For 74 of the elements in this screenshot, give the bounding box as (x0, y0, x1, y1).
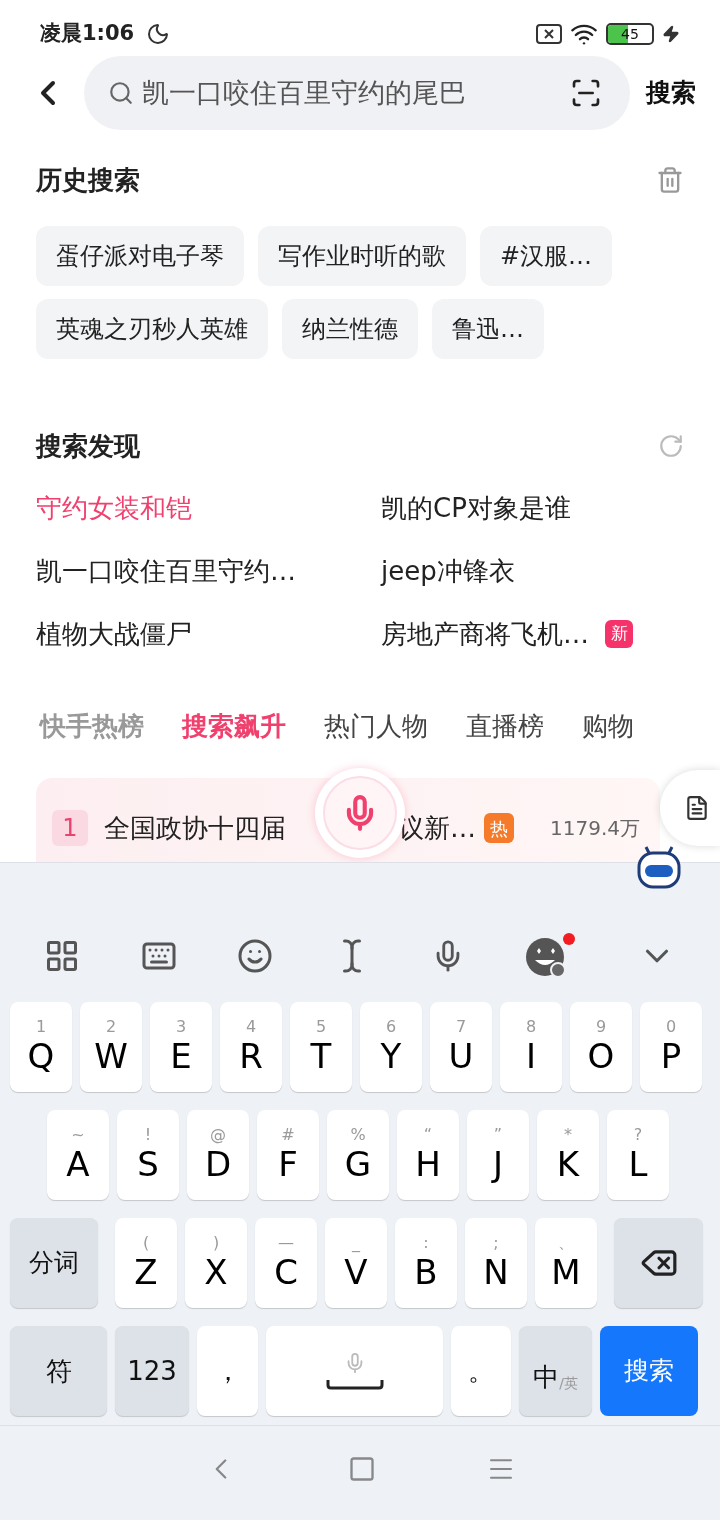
keyboard-key[interactable]: 3 E (150, 1002, 212, 1092)
history-chip[interactable]: 蛋仔派对电子琴 (36, 226, 244, 286)
charging-icon (662, 25, 680, 43)
keyboard-key[interactable]: “ H (397, 1110, 459, 1200)
keyboard-key[interactable]: 1 Q (10, 1002, 72, 1092)
no-sim-icon (536, 24, 562, 44)
language-key[interactable]: 中/英 (519, 1326, 592, 1416)
apps-icon[interactable] (44, 938, 80, 974)
discover-link[interactable]: 凯一口咬住百里守约… (36, 551, 296, 591)
sticker-face-icon[interactable] (525, 933, 578, 979)
keyboard-key[interactable]: _ V (325, 1218, 387, 1308)
hot-title: 全国政协十四届 (104, 811, 286, 845)
keyboard-key[interactable]: ( Z (115, 1218, 177, 1308)
space-bar-icon (324, 1378, 385, 1390)
scan-icon[interactable] (570, 77, 602, 109)
keyboard-key[interactable]: 7 U (430, 1002, 492, 1092)
keyboard-key[interactable]: ” J (467, 1110, 529, 1200)
keyboard-key[interactable]: ) X (185, 1218, 247, 1308)
keyboard-key[interactable]: 4 R (220, 1002, 282, 1092)
history-chip[interactable]: 纳兰性德 (282, 299, 418, 359)
history-chip[interactable]: 鲁迅… (432, 299, 544, 359)
segment-key[interactable]: 分词 (10, 1218, 98, 1308)
keyboard-key[interactable]: 0 P (640, 1002, 702, 1092)
search-query: 凯一口咬住百里守约的尾巴 (142, 75, 467, 110)
search-icon (108, 80, 134, 106)
moon-icon (146, 22, 171, 46)
keyboard-key[interactable]: 、 M (535, 1218, 597, 1308)
nav-home-icon[interactable] (348, 1455, 376, 1483)
discover-link[interactable]: 凯的CP对象是谁 (381, 488, 571, 528)
keyboard-key[interactable]: 5 T (290, 1002, 352, 1092)
hot-badge: 热 (484, 813, 514, 843)
comma-key[interactable]: ， (197, 1326, 258, 1416)
period-key[interactable]: 。 (451, 1326, 511, 1416)
ranking-tab[interactable]: 购物 (582, 706, 634, 746)
keyboard-key[interactable]: : B (395, 1218, 457, 1308)
section-title: 搜索发现 (36, 429, 140, 463)
rank-badge: 1 (52, 810, 88, 846)
ranking-tab[interactable]: 搜索飙升 (182, 706, 286, 746)
keyboard-key[interactable]: ! S (117, 1110, 179, 1200)
keyboard-key[interactable]: * K (537, 1110, 599, 1200)
keyboard-key[interactable]: ; N (465, 1218, 527, 1308)
document-icon (684, 795, 710, 821)
history-chip[interactable]: 写作业时听的歌 (258, 226, 466, 286)
number-key[interactable]: 123 (115, 1326, 189, 1416)
history-chip[interactable]: 英魂之刃秒人英雄 (36, 299, 268, 359)
discover-link[interactable]: jeep冲锋衣 (381, 551, 515, 591)
keyboard-key[interactable]: % G (327, 1110, 389, 1200)
search-field[interactable]: 凯一口咬住百里守约的尾巴 (84, 56, 630, 130)
keyboard-key[interactable]: ? L (607, 1110, 669, 1200)
floating-note-button[interactable] (660, 770, 720, 846)
backspace-key[interactable] (614, 1218, 703, 1308)
section-title: 历史搜索 (36, 163, 140, 197)
ranking-tab[interactable]: 直播榜 (466, 706, 544, 746)
discover-link[interactable]: 房地产商将飞机… (381, 614, 589, 654)
discover-link[interactable]: 植物大战僵尸 (36, 614, 192, 654)
keyboard-key[interactable]: — C (255, 1218, 317, 1308)
discover-link[interactable]: 守约女装和铠 (36, 488, 192, 528)
status-time: 凌晨1:06 (40, 20, 135, 48)
enter-search-key[interactable]: 搜索 (600, 1326, 698, 1416)
ranking-tab[interactable]: 热门人物 (324, 706, 428, 746)
keyboard-key[interactable]: @ D (187, 1110, 249, 1200)
keyboard-key[interactable]: 6 Y (360, 1002, 422, 1092)
keyboard-key[interactable]: # F (257, 1110, 319, 1200)
new-badge: 新 (605, 620, 633, 648)
emoji-icon[interactable] (237, 938, 274, 974)
hot-count: 1179.4万 (550, 815, 640, 842)
keyboard-key[interactable]: ~ A (47, 1110, 109, 1200)
keyboard-key[interactable]: 8 I (500, 1002, 562, 1092)
history-chip[interactable]: #汉服… (480, 226, 613, 286)
trash-icon[interactable] (656, 166, 684, 194)
search-button[interactable]: 搜索 (646, 74, 696, 112)
symbol-key[interactable]: 符 (10, 1326, 107, 1416)
keyboard-key[interactable]: 9 O (570, 1002, 632, 1092)
keyboard-key[interactable]: 2 W (80, 1002, 142, 1092)
